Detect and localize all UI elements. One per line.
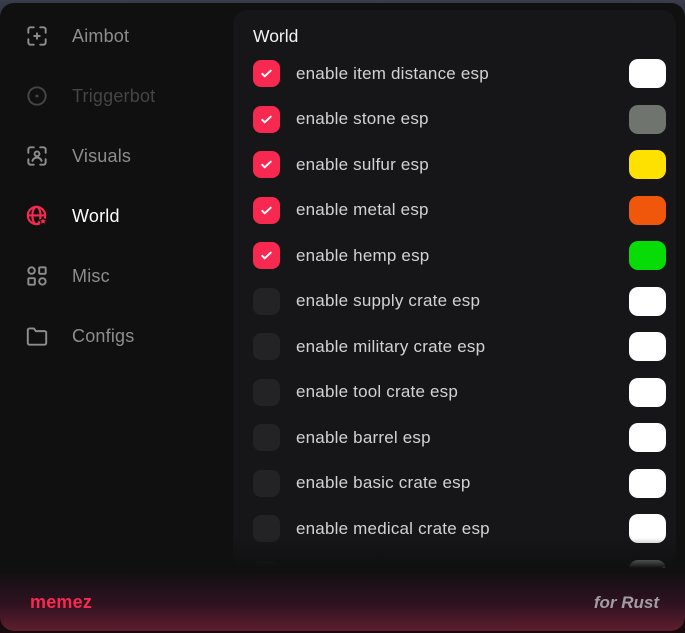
- crosshair-icon: [24, 23, 50, 49]
- checkbox-unchecked[interactable]: [253, 515, 280, 542]
- shapes-grid-icon: [24, 263, 50, 289]
- cheat-menu-window: AimbotTriggerbotVisualsWorldMiscConfigs …: [0, 3, 685, 631]
- esp-row: enable supply crate esp: [233, 279, 676, 325]
- color-swatch[interactable]: [629, 469, 666, 498]
- checkbox-unchecked[interactable]: [253, 424, 280, 451]
- sidebar-item-misc[interactable]: Misc: [0, 246, 233, 306]
- esp-row-label: enable tool crate esp: [296, 382, 458, 402]
- sidebar-item-visuals[interactable]: Visuals: [0, 126, 233, 186]
- esp-row-label: enable medical crate esp: [296, 519, 490, 539]
- sidebar-item-label: Aimbot: [72, 26, 129, 47]
- esp-row-label: enable metal esp: [296, 200, 429, 220]
- sidebar-item-aimbot[interactable]: Aimbot: [0, 6, 233, 66]
- check-icon: [258, 247, 275, 264]
- folder-icon: [24, 323, 50, 349]
- sidebar-item-configs[interactable]: Configs: [0, 306, 233, 366]
- esp-row: enable basic crate esp: [233, 461, 676, 507]
- sidebar-item-label: World: [72, 206, 120, 227]
- sidebar-item-label: Misc: [72, 266, 110, 287]
- sidebar-item-triggerbot[interactable]: Triggerbot: [0, 66, 233, 126]
- color-swatch[interactable]: [629, 287, 666, 316]
- esp-row: enable item distance esp: [233, 51, 676, 97]
- esp-row: [233, 552, 676, 569]
- footer-bar: memez for Rust: [0, 574, 685, 631]
- color-swatch[interactable]: [629, 514, 666, 543]
- person-scan-icon: [24, 143, 50, 169]
- checkbox-checked[interactable]: [253, 60, 280, 87]
- world-panel: World enable item distance esp enable sto…: [233, 10, 676, 568]
- globe-star-icon: [24, 203, 50, 229]
- color-swatch[interactable]: [629, 378, 666, 407]
- checkbox-checked[interactable]: [253, 151, 280, 178]
- checkbox-checked[interactable]: [253, 242, 280, 269]
- esp-row-label: enable stone esp: [296, 109, 429, 129]
- esp-row: enable hemp esp: [233, 233, 676, 279]
- checkbox-unchecked[interactable]: [253, 288, 280, 315]
- color-swatch[interactable]: [629, 196, 666, 225]
- check-icon: [258, 111, 275, 128]
- tagline-text: for Rust: [594, 593, 659, 613]
- check-icon: [258, 65, 275, 82]
- sidebar-item-world[interactable]: World: [0, 186, 233, 246]
- esp-options-list: enable item distance esp enable stone esp…: [233, 51, 676, 568]
- brand-text: memez: [30, 592, 92, 613]
- esp-row: enable stone esp: [233, 97, 676, 143]
- sidebar-item-label: Configs: [72, 326, 134, 347]
- esp-row-label: enable item distance esp: [296, 64, 489, 84]
- checkbox-unchecked[interactable]: [253, 333, 280, 360]
- checkbox-checked[interactable]: [253, 197, 280, 224]
- esp-row-label: enable hemp esp: [296, 246, 429, 266]
- esp-row-label: enable basic crate esp: [296, 473, 471, 493]
- checkbox-unchecked[interactable]: [253, 561, 280, 568]
- esp-row-label: enable supply crate esp: [296, 291, 480, 311]
- sidebar-item-label: Triggerbot: [72, 86, 155, 107]
- color-swatch[interactable]: [629, 59, 666, 88]
- check-icon: [258, 156, 275, 173]
- color-swatch[interactable]: [629, 560, 666, 568]
- panel-title: World: [253, 23, 676, 49]
- esp-row: enable medical crate esp: [233, 506, 676, 552]
- esp-row: enable sulfur esp: [233, 142, 676, 188]
- color-swatch[interactable]: [629, 150, 666, 179]
- color-swatch[interactable]: [629, 332, 666, 361]
- checkbox-unchecked[interactable]: [253, 379, 280, 406]
- sidebar-item-label: Visuals: [72, 146, 131, 167]
- esp-row-label: enable military crate esp: [296, 337, 485, 357]
- esp-row: enable military crate esp: [233, 324, 676, 370]
- circle-dot-icon: [24, 83, 50, 109]
- esp-row: enable barrel esp: [233, 415, 676, 461]
- esp-row-label: enable sulfur esp: [296, 155, 429, 175]
- esp-row: enable metal esp: [233, 188, 676, 234]
- checkbox-checked[interactable]: [253, 106, 280, 133]
- esp-row-label: enable barrel esp: [296, 428, 431, 448]
- check-icon: [258, 202, 275, 219]
- color-swatch[interactable]: [629, 241, 666, 270]
- color-swatch[interactable]: [629, 423, 666, 452]
- color-swatch[interactable]: [629, 105, 666, 134]
- sidebar: Aimbot Triggerbot Visuals World Misc Configs: [0, 3, 233, 571]
- esp-row: enable tool crate esp: [233, 370, 676, 416]
- checkbox-unchecked[interactable]: [253, 470, 280, 497]
